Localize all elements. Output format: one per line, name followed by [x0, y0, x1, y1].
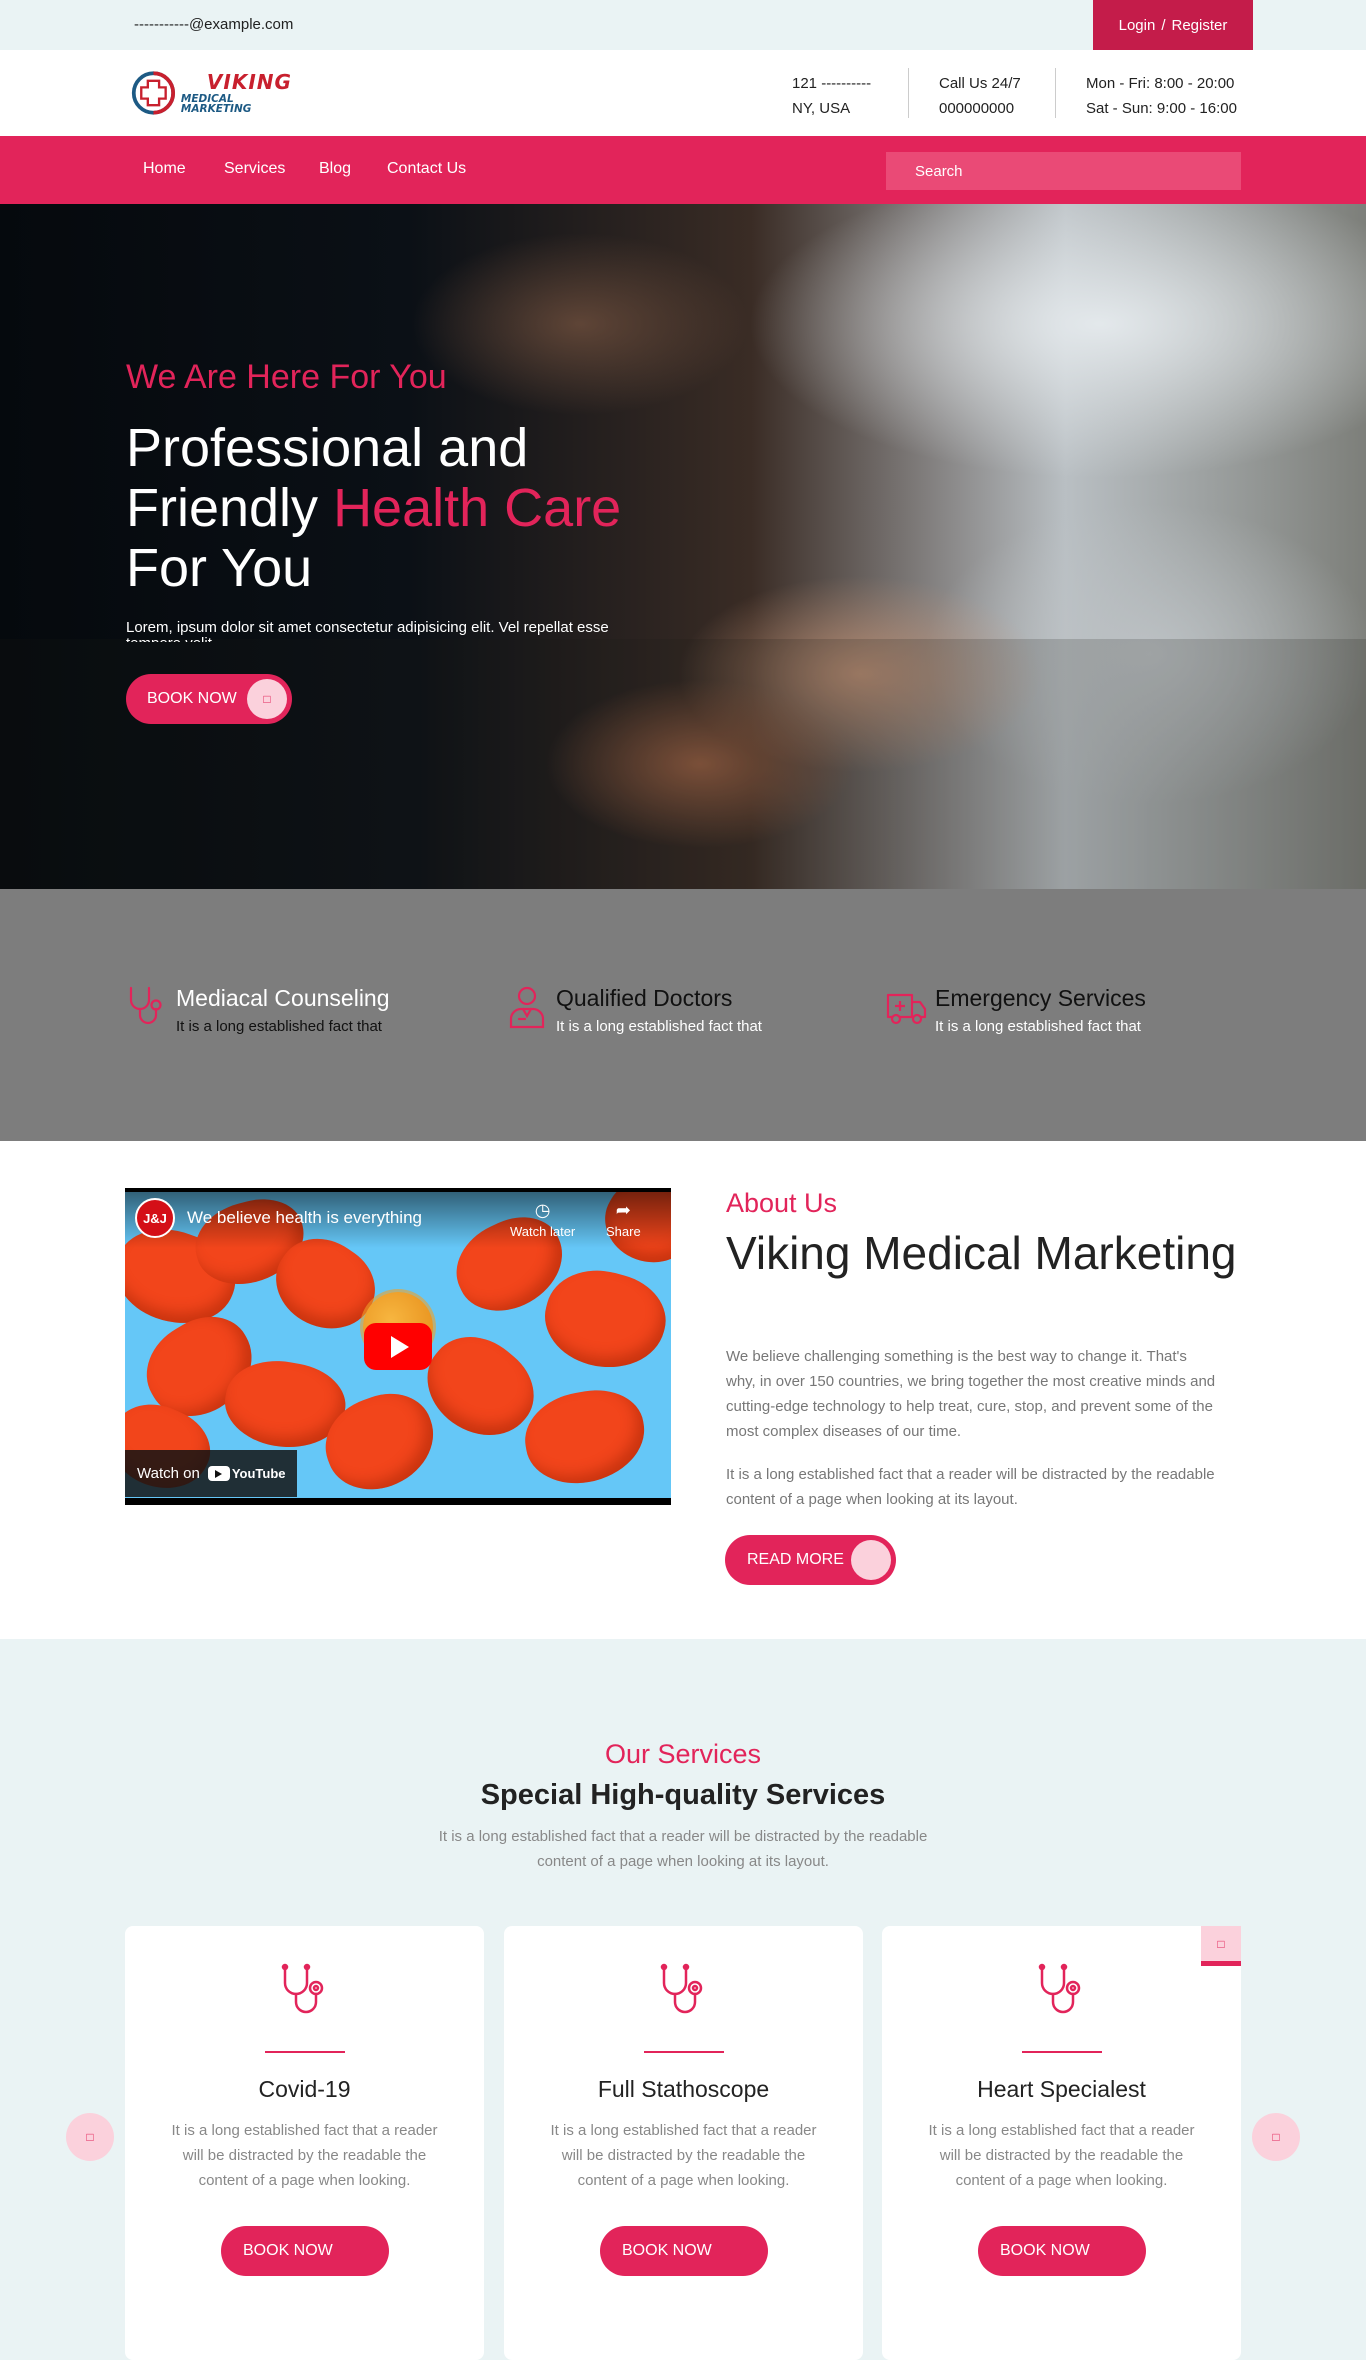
hero-kicker: We Are Here For You — [126, 358, 447, 396]
main-nav: Home Services Blog Contact Us — [0, 136, 1366, 204]
youtube-logo-icon: YouTube — [207, 1466, 286, 1481]
stethoscope-icon — [1038, 1963, 1081, 2014]
watch-on-youtube-button[interactable]: Watch on YouTube — [125, 1450, 297, 1497]
share-button[interactable]: ➦ Share — [606, 1200, 641, 1239]
services-kicker: Our Services — [604, 1739, 762, 1769]
doctor-icon — [509, 986, 545, 1029]
nav-item-blog[interactable]: Blog — [319, 160, 351, 178]
play-button[interactable] — [364, 1323, 432, 1370]
stethoscope-icon — [129, 986, 162, 1025]
read-more-button[interactable]: READ MORE — [725, 1535, 896, 1585]
card-title: Full Stathoscope — [597, 2076, 770, 2102]
card-text: It is a long established fact that a rea… — [550, 2122, 817, 2189]
video-progress-bar — [125, 1498, 671, 1505]
video-player[interactable]: J&J We believe health is everything ◷ Wat… — [125, 1188, 671, 1505]
login-register-button[interactable]: Login / Register — [1093, 0, 1253, 50]
about-title: Viking Medical Marketing — [726, 1227, 1237, 1279]
features-band: Mediacal Counseling It is a long establi… — [0, 889, 1366, 1141]
medical-cross-logo-icon — [131, 71, 176, 115]
nav-item-contact[interactable]: Contact Us — [387, 160, 466, 178]
card-text: It is a long established fact that a rea… — [928, 2122, 1195, 2189]
service-card: □ Heart Specialest It is a long establis… — [882, 1926, 1241, 2360]
logo-tagline: MEDICAL MARKETING — [180, 92, 252, 115]
card-book-now-button[interactable]: BOOK NOW — [221, 2226, 389, 2276]
service-card: Covid-19 It is a long established fact t… — [125, 1926, 484, 2360]
hero-book-now-button[interactable]: BOOK NOW □ — [126, 674, 292, 724]
nav-item-home[interactable]: Home — [143, 160, 186, 178]
about-kicker: About Us — [726, 1188, 838, 1218]
site-header: VIKING MEDICAL MARKETING 121 ---------- … — [0, 50, 1366, 136]
login-separator: / — [1161, 16, 1166, 34]
card-corner-icon[interactable]: □ — [1201, 1926, 1241, 1966]
arrow-icon — [851, 1540, 891, 1580]
contact-email[interactable]: -----------@example.com — [134, 16, 293, 33]
hours-info: Mon - Fri: 8:00 - 20:00 Sat - Sun: 9:00 … — [1086, 75, 1237, 117]
clock-icon: ◷ — [534, 1200, 551, 1220]
hero-banner: We Are Here For You Professional and Fri… — [0, 204, 1366, 889]
register-link[interactable]: Register — [1172, 17, 1228, 34]
services-title: Special High-quality Services — [480, 1779, 886, 1811]
play-icon — [391, 1335, 409, 1358]
card-book-now-button[interactable]: BOOK NOW — [600, 2226, 768, 2276]
card-divider — [265, 2051, 345, 2053]
hero-title-highlight: Health Care — [333, 478, 622, 538]
nav-item-services[interactable]: Services — [224, 160, 285, 178]
card-book-now-button[interactable]: BOOK NOW — [978, 2226, 1146, 2276]
about-section: J&J We believe health is everything ◷ Wat… — [0, 1141, 1366, 1639]
search-input[interactable] — [886, 152, 1241, 190]
card-divider — [1022, 2051, 1102, 2053]
login-link[interactable]: Login — [1119, 17, 1156, 34]
logo-name: VIKING — [206, 69, 292, 94]
card-divider — [644, 2051, 724, 2053]
chevron-right-icon[interactable]: □ — [1252, 2113, 1300, 2161]
divider — [908, 68, 909, 118]
services-subtitle: It is a long established fact that a rea… — [438, 1828, 928, 1870]
hero-title: Professional and Friendly Health Care Fo… — [126, 418, 622, 598]
stethoscope-icon — [281, 1963, 324, 2014]
top-bar: -----------@example.com Login / Register — [0, 0, 1366, 50]
share-icon: ➦ — [615, 1200, 631, 1220]
service-card: Full Stathoscope It is a long establishe… — [504, 1926, 863, 2360]
stethoscope-icon — [660, 1963, 703, 2014]
about-paragraph-1: We believe challenging something is the … — [726, 1348, 1216, 1440]
channel-avatar[interactable]: J&J — [135, 1198, 175, 1238]
phone-info: Call Us 24/7 000000000 — [939, 75, 1021, 117]
services-section: Our Services Special High-quality Servic… — [0, 1639, 1366, 2360]
watch-later-button[interactable]: ◷ Watch later — [510, 1200, 575, 1239]
card-text: It is a long established fact that a rea… — [171, 2122, 438, 2189]
video-title[interactable]: We believe health is everything — [187, 1208, 422, 1228]
address-info: 121 ---------- NY, USA — [792, 75, 872, 117]
card-title: Covid-19 — [258, 2076, 351, 2102]
card-title: Heart Specialest — [977, 2076, 1146, 2102]
about-paragraph-2: It is a long established fact that a rea… — [726, 1466, 1215, 1508]
divider — [1055, 68, 1056, 118]
ambulance-icon — [886, 993, 927, 1025]
hero-description: Lorem, ipsum dolor sit amet consectetur … — [126, 620, 609, 642]
site-logo[interactable]: VIKING MEDICAL MARKETING — [130, 64, 300, 122]
arrow-icon: □ — [247, 679, 287, 719]
chevron-left-icon[interactable]: □ — [66, 2113, 114, 2161]
